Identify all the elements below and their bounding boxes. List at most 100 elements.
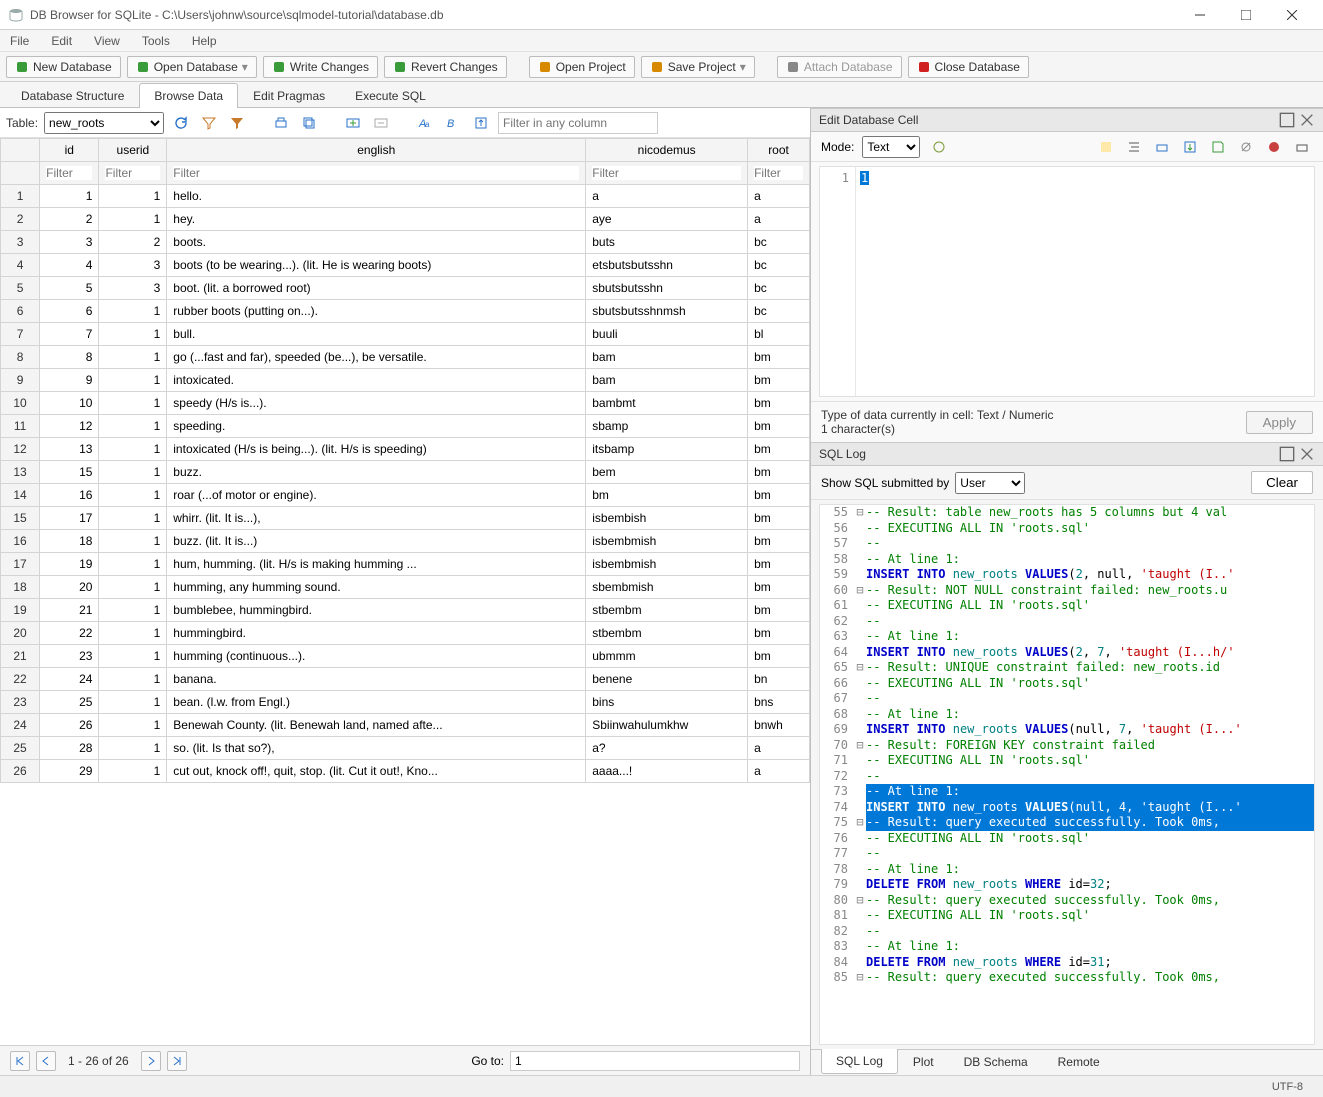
indent-icon[interactable] <box>1123 136 1145 158</box>
import-cell-icon[interactable] <box>1179 136 1201 158</box>
sql-line[interactable]: 84DELETE FROM new_roots WHERE id=31; <box>820 955 1314 971</box>
table-row[interactable]: 25281so. (lit. Is that so?),a?a <box>1 737 810 760</box>
menu-help[interactable]: Help <box>188 32 221 50</box>
sql-line[interactable]: 80⊟-- Result: query executed successfull… <box>820 893 1314 909</box>
null-icon[interactable] <box>1235 136 1257 158</box>
sql-line[interactable]: 55⊟-- Result: table new_roots has 5 colu… <box>820 505 1314 521</box>
filter-root[interactable] <box>754 166 803 180</box>
sql-line[interactable]: 61-- EXECUTING ALL IN 'roots.sql' <box>820 598 1314 614</box>
sql-line[interactable]: 64INSERT INTO new_roots VALUES(2, 7, 'ta… <box>820 645 1314 661</box>
menu-view[interactable]: View <box>90 32 124 50</box>
table-row[interactable]: 20221hummingbird.stbembmbm <box>1 622 810 645</box>
revert-changes-button[interactable]: Revert Changes <box>384 56 507 78</box>
sql-line[interactable]: 70⊟-- Result: FOREIGN KEY constraint fai… <box>820 738 1314 754</box>
mode-select[interactable]: Text <box>862 136 920 158</box>
table-row[interactable]: 18201humming, any humming sound.sbembmis… <box>1 576 810 599</box>
undock-icon[interactable] <box>1279 112 1295 128</box>
goto-input[interactable] <box>510 1051 800 1071</box>
undock-sql-icon[interactable] <box>1279 446 1295 462</box>
table-row[interactable]: 14161roar (...of motor or engine).bmbm <box>1 484 810 507</box>
sql-line[interactable]: 85⊟-- Result: query executed successfull… <box>820 970 1314 986</box>
sql-log-view[interactable]: 55⊟-- Result: table new_roots has 5 colu… <box>819 504 1315 1045</box>
bottom-tab-plot[interactable]: Plot <box>898 1050 949 1075</box>
menu-file[interactable]: File <box>6 32 33 50</box>
sql-line[interactable]: 65⊟-- Result: UNIQUE constraint failed: … <box>820 660 1314 676</box>
col-header-root[interactable]: root <box>748 139 810 162</box>
cell-content[interactable]: 1 <box>856 167 1314 396</box>
filter-userid[interactable] <box>105 166 160 180</box>
write-changes-button[interactable]: Write Changes <box>263 56 378 78</box>
maximize-button[interactable] <box>1223 0 1269 30</box>
table-row[interactable]: 991intoxicated.bambm <box>1 369 810 392</box>
first-page-button[interactable] <box>10 1051 30 1071</box>
tab-edit-pragmas[interactable]: Edit Pragmas <box>238 83 340 108</box>
data-table-wrap[interactable]: iduseridenglishnicodemusroot 111hello.aa… <box>0 138 810 1045</box>
open-database-button[interactable]: Open Database ▾ <box>127 56 257 78</box>
table-row[interactable]: 221hey.ayea <box>1 208 810 231</box>
sql-line[interactable]: 76-- EXECUTING ALL IN 'roots.sql' <box>820 831 1314 847</box>
table-row[interactable]: 13151buzz.bembm <box>1 461 810 484</box>
sql-line[interactable]: 81-- EXECUTING ALL IN 'roots.sql' <box>820 908 1314 924</box>
clear-filter-icon[interactable] <box>198 112 220 134</box>
sql-line[interactable]: 59INSERT INTO new_roots VALUES(2, null, … <box>820 567 1314 583</box>
sql-line[interactable]: 71-- EXECUTING ALL IN 'roots.sql' <box>820 753 1314 769</box>
table-row[interactable]: 332boots.butsbc <box>1 231 810 254</box>
find-icon[interactable]: Aa <box>414 112 436 134</box>
sql-line[interactable]: 82-- <box>820 924 1314 940</box>
new-record-icon[interactable] <box>342 112 364 134</box>
table-row[interactable]: 26291cut out, knock off!, quit, stop. (l… <box>1 760 810 783</box>
sql-line[interactable]: 67-- <box>820 691 1314 707</box>
sql-line[interactable]: 62-- <box>820 614 1314 630</box>
apply-button[interactable]: Apply <box>1246 411 1313 434</box>
cell-editor[interactable]: 1 1 <box>819 166 1315 397</box>
sql-line[interactable]: 83-- At line 1: <box>820 939 1314 955</box>
sql-line[interactable]: 77-- <box>820 846 1314 862</box>
delete-record-icon[interactable] <box>370 112 392 134</box>
sql-line[interactable]: 60⊟-- Result: NOT NULL constraint failed… <box>820 583 1314 599</box>
bottom-tab-sql-log[interactable]: SQL Log <box>821 1049 898 1074</box>
table-row[interactable]: 15171whirr. (lit. It is...),isbembishbm <box>1 507 810 530</box>
table-row[interactable]: 23251bean. (l.w. from Engl.)binsbns <box>1 691 810 714</box>
bottom-tab-db-schema[interactable]: DB Schema <box>949 1050 1043 1075</box>
sql-line[interactable]: 66-- EXECUTING ALL IN 'roots.sql' <box>820 676 1314 692</box>
table-row[interactable]: 553boot. (lit. a borrowed root)sbutsbuts… <box>1 277 810 300</box>
sql-line[interactable]: 56-- EXECUTING ALL IN 'roots.sql' <box>820 521 1314 537</box>
table-row[interactable]: 21231humming (continuous...).ubmmmbm <box>1 645 810 668</box>
sql-line[interactable]: 79DELETE FROM new_roots WHERE id=32; <box>820 877 1314 893</box>
filter-nicodemus[interactable] <box>592 166 741 180</box>
table-row[interactable]: 771bull.buulibl <box>1 323 810 346</box>
minimize-button[interactable] <box>1177 0 1223 30</box>
open-project-button[interactable]: Open Project <box>529 56 635 78</box>
save-filter-icon[interactable] <box>226 112 248 134</box>
table-row[interactable]: 443boots (to be wearing...). (lit. He is… <box>1 254 810 277</box>
save-project-button[interactable]: Save Project ▾ <box>641 56 755 78</box>
sql-line[interactable]: 58-- At line 1: <box>820 552 1314 568</box>
copy-icon[interactable] <box>298 112 320 134</box>
refresh-icon[interactable] <box>170 112 192 134</box>
close-sql-icon[interactable] <box>1299 446 1315 462</box>
sql-line[interactable]: 63-- At line 1: <box>820 629 1314 645</box>
table-row[interactable]: 22241banana.benenebn <box>1 668 810 691</box>
table-select[interactable]: new_roots <box>44 112 164 134</box>
sql-show-select[interactable]: User <box>955 472 1025 494</box>
table-row[interactable]: 12131intoxicated (H/s is being...). (lit… <box>1 438 810 461</box>
save-cell-icon[interactable] <box>1207 136 1229 158</box>
prev-page-button[interactable] <box>36 1051 56 1071</box>
table-row[interactable]: 24261Benewah County. (lit. Benewah land,… <box>1 714 810 737</box>
new-database-button[interactable]: New Database <box>6 56 121 78</box>
table-row[interactable]: 881go (...fast and far), speeded (be...)… <box>1 346 810 369</box>
menu-edit[interactable]: Edit <box>47 32 76 50</box>
table-row[interactable]: 661rubber boots (putting on...).sbutsbut… <box>1 300 810 323</box>
table-row[interactable]: 10101speedy (H/s is...).bambmtbm <box>1 392 810 415</box>
col-header-nicodemus[interactable]: nicodemus <box>586 139 748 162</box>
col-header-userid[interactable]: userid <box>99 139 167 162</box>
next-page-button[interactable] <box>141 1051 161 1071</box>
export-cell-icon[interactable] <box>1151 136 1173 158</box>
tab-database-structure[interactable]: Database Structure <box>6 83 139 108</box>
table-row[interactable]: 17191hum, humming. (lit. H/s is making h… <box>1 553 810 576</box>
table-row[interactable]: 111hello.aa <box>1 185 810 208</box>
sql-line[interactable]: 73-- At line 1: <box>820 784 1314 800</box>
sql-line[interactable]: 72-- <box>820 769 1314 785</box>
attach-database-button[interactable]: Attach Database <box>777 56 902 78</box>
close-panel-icon[interactable] <box>1299 112 1315 128</box>
